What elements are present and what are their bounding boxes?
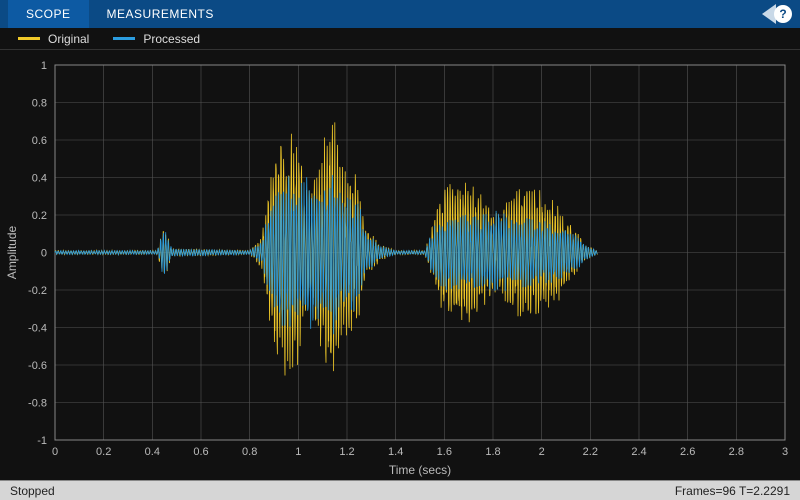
svg-text:2.8: 2.8 (729, 446, 744, 458)
help-icon[interactable]: ? (774, 5, 792, 23)
svg-text:1.2: 1.2 (339, 446, 354, 458)
svg-text:-0.8: -0.8 (28, 398, 47, 410)
legend-label-original: Original (48, 32, 89, 46)
svg-text:0.6: 0.6 (193, 446, 208, 458)
svg-text:0: 0 (41, 248, 47, 260)
tab-scope[interactable]: SCOPE (8, 0, 89, 28)
svg-text:1.8: 1.8 (485, 446, 500, 458)
svg-text:-1: -1 (37, 435, 47, 447)
legend-item-original: Original (18, 32, 89, 46)
help-button-wrap[interactable]: ? (774, 5, 792, 23)
svg-text:Amplitude: Amplitude (5, 226, 19, 280)
svg-text:1.6: 1.6 (437, 446, 452, 458)
scope-chart[interactable]: 0 0.2 0.4 0.6 0.8 1 1.2 1.4 1.6 1.8 2 2.2 2.4 2.6 2.8 3… (0, 50, 800, 480)
svg-text:2: 2 (539, 446, 545, 458)
svg-text:-0.4: -0.4 (28, 323, 47, 335)
svg-text:0.2: 0.2 (96, 446, 111, 458)
svg-text:-0.2: -0.2 (28, 285, 47, 297)
top-toolbar: SCOPE MEASUREMENTS ? (0, 0, 800, 28)
status-right: Frames=96 T=2.2291 (675, 484, 790, 498)
svg-text:1: 1 (295, 446, 301, 458)
svg-text:0: 0 (52, 446, 58, 458)
legend-swatch-original (18, 37, 40, 40)
svg-text:0.8: 0.8 (32, 98, 47, 110)
svg-text:3: 3 (782, 446, 788, 458)
svg-text:2.4: 2.4 (631, 446, 646, 458)
tab-measurements[interactable]: MEASUREMENTS (89, 0, 232, 28)
svg-text:0.6: 0.6 (32, 135, 47, 147)
svg-text:1.4: 1.4 (388, 446, 403, 458)
svg-text:-0.6: -0.6 (28, 360, 47, 372)
legend-bar: Original Processed (0, 28, 800, 50)
svg-text:0.4: 0.4 (32, 173, 47, 185)
plot-area[interactable]: 0 0.2 0.4 0.6 0.8 1 1.2 1.4 1.6 1.8 2 2.2 2.4 2.6 2.8 3… (0, 50, 800, 480)
svg-text:2.6: 2.6 (680, 446, 695, 458)
status-left: Stopped (10, 484, 55, 498)
legend-label-processed: Processed (143, 32, 200, 46)
legend-swatch-processed (113, 37, 135, 40)
svg-text:Time (secs): Time (secs) (389, 463, 451, 477)
status-bar: Stopped Frames=96 T=2.2291 (0, 480, 800, 500)
svg-text:1: 1 (41, 60, 47, 72)
svg-text:0.4: 0.4 (145, 446, 160, 458)
svg-text:0.8: 0.8 (242, 446, 257, 458)
svg-text:2.2: 2.2 (583, 446, 598, 458)
legend-item-processed: Processed (113, 32, 200, 46)
svg-text:0.2: 0.2 (32, 210, 47, 222)
